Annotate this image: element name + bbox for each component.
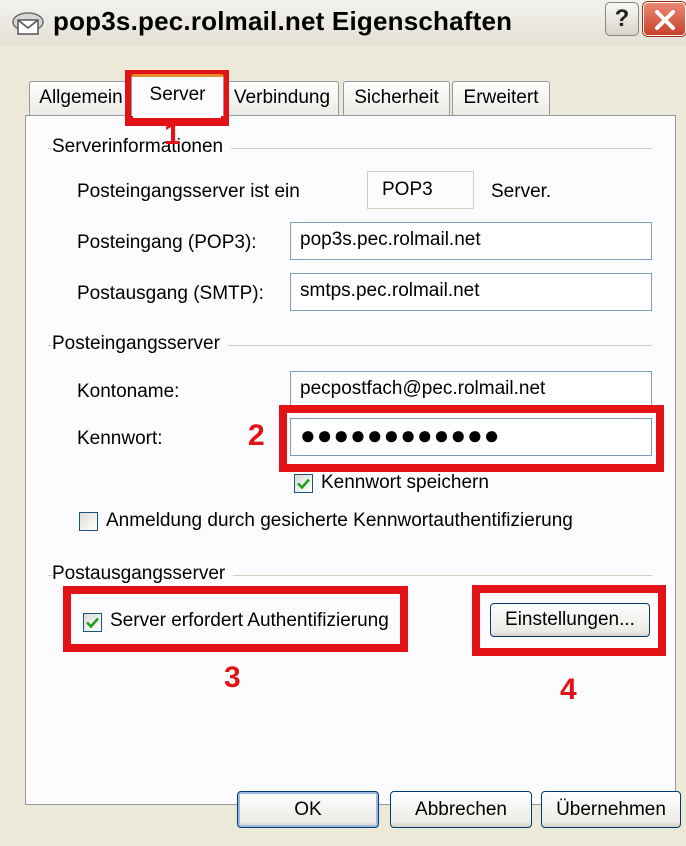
server-type-label: Posteingangsserver ist ein	[77, 181, 300, 202]
outgoing-server-input[interactable]: smtps.pec.rolmail.net	[290, 273, 652, 311]
group-heading-serverinfo: Serverinformationen	[52, 136, 232, 158]
title-bar: pop3s.pec.rolmail.net Eigenschaften ?	[0, 0, 686, 46]
server-type-suffix: Server.	[491, 181, 552, 202]
incoming-server-input[interactable]: pop3s.pec.rolmail.net	[290, 222, 652, 260]
outgoing-server-label: Postausgang (SMTP):	[77, 283, 264, 304]
server-type-value: POP3	[367, 171, 474, 209]
apply-button[interactable]: Übernehmen	[541, 791, 681, 828]
close-button[interactable]	[643, 2, 686, 36]
save-password-label[interactable]: Kennwort speichern	[321, 472, 489, 494]
highlight-box-3	[63, 586, 408, 652]
annotation-number-1: 1	[164, 118, 181, 151]
checkmark-icon	[297, 478, 310, 490]
tab-sicherheit[interactable]: Sicherheit	[343, 81, 450, 115]
close-icon	[655, 10, 675, 30]
tab-erweitert[interactable]: Erweitert	[452, 81, 550, 115]
tab-server[interactable]: Server	[131, 74, 224, 116]
incoming-server-label: Posteingang (POP3):	[77, 232, 257, 253]
spa-checkbox[interactable]	[79, 512, 98, 531]
annotation-number-2: 2	[248, 419, 265, 452]
highlight-box-2	[279, 405, 664, 472]
tab-verbindung[interactable]: Verbindung	[225, 81, 339, 115]
spa-label[interactable]: Anmeldung durch gesicherte Kennwortauthe…	[106, 510, 573, 532]
annotation-number-3: 3	[224, 661, 241, 694]
mail-account-icon	[11, 10, 45, 38]
account-name-label: Kontoname:	[77, 381, 180, 402]
group-heading-outgoing: Postausgangsserver	[52, 563, 234, 585]
group-heading-incoming: Posteingangsserver	[52, 333, 228, 355]
ok-button[interactable]: OK	[237, 791, 379, 828]
window-title: pop3s.pec.rolmail.net Eigenschaften	[53, 6, 513, 36]
account-name-input[interactable]: pecpostfach@pec.rolmail.net	[290, 371, 652, 409]
annotation-number-4: 4	[560, 673, 577, 706]
highlight-box-4	[472, 585, 666, 656]
save-password-checkbox[interactable]	[294, 474, 313, 493]
password-label: Kennwort:	[77, 428, 163, 449]
tab-allgemein[interactable]: Allgemein	[29, 81, 133, 115]
help-button[interactable]: ?	[605, 2, 639, 36]
cancel-button[interactable]: Abbrechen	[390, 791, 532, 828]
